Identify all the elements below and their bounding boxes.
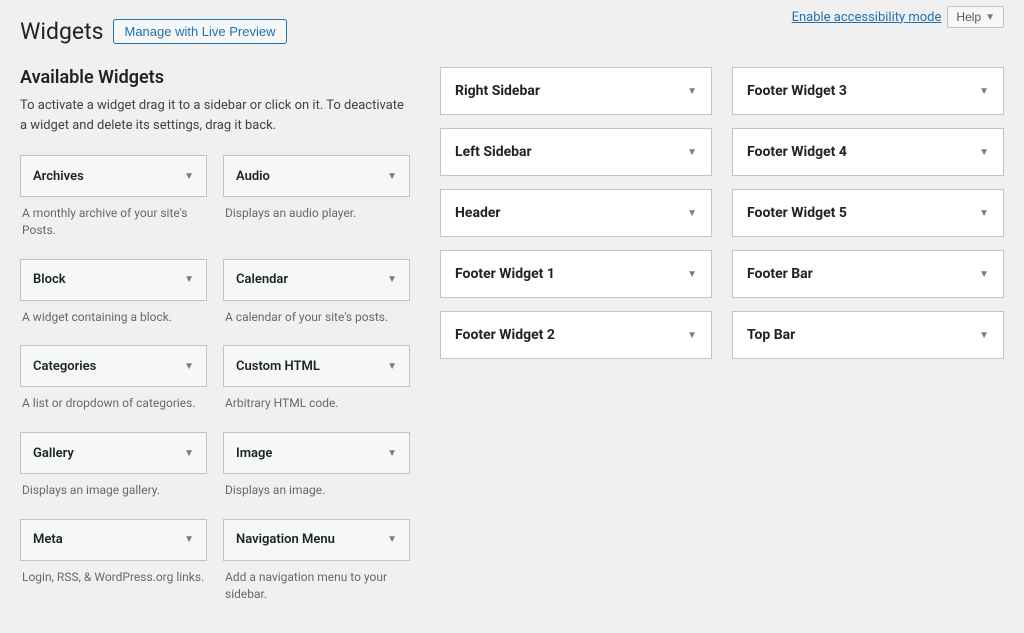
help-button-label: Help (956, 10, 981, 24)
chevron-down-icon: ▼ (184, 361, 194, 372)
widget-title: Block (33, 272, 66, 287)
available-widget: Audio ▼ Displays an audio player. (223, 155, 410, 249)
widget-description: A widget containing a block. (20, 309, 207, 336)
widget-area[interactable]: Footer Widget 4 ▼ (732, 128, 1004, 176)
widget-description: Displays an image. (223, 482, 410, 509)
chevron-down-icon: ▼ (979, 86, 989, 97)
widget-area[interactable]: Header ▼ (440, 189, 712, 237)
chevron-down-icon: ▼ (687, 269, 697, 280)
chevron-down-icon: ▼ (184, 534, 194, 545)
chevron-down-icon: ▼ (184, 171, 194, 182)
chevron-down-icon: ▼ (979, 147, 989, 158)
chevron-down-icon: ▼ (979, 269, 989, 280)
widget-area-title: Header (455, 205, 501, 221)
widget-box[interactable]: Categories ▼ (20, 345, 207, 387)
available-widget: Image ▼ Displays an image. (223, 432, 410, 509)
widget-area-title: Footer Widget 5 (747, 205, 847, 221)
widget-description: Arbitrary HTML code. (223, 395, 410, 422)
widget-title: Archives (33, 169, 84, 184)
chevron-down-icon: ▼ (387, 171, 397, 182)
widget-description: Login, RSS, & WordPress.org links. (20, 569, 207, 596)
available-widgets-heading: Available Widgets (20, 67, 410, 88)
widget-description: Displays an audio player. (223, 205, 410, 232)
chevron-down-icon: ▼ (979, 330, 989, 341)
widget-box[interactable]: Custom HTML ▼ (223, 345, 410, 387)
help-button[interactable]: Help ▼ (947, 6, 1004, 28)
widget-area-title: Top Bar (747, 327, 795, 343)
widget-area-title: Right Sidebar (455, 83, 540, 99)
available-widget: Meta ▼ Login, RSS, & WordPress.org links. (20, 519, 207, 613)
widget-area[interactable]: Left Sidebar ▼ (440, 128, 712, 176)
live-preview-button[interactable]: Manage with Live Preview (113, 19, 286, 44)
widget-title: Custom HTML (236, 359, 320, 374)
widget-box[interactable]: Block ▼ (20, 259, 207, 301)
widget-box[interactable]: Calendar ▼ (223, 259, 410, 301)
accessibility-mode-link[interactable]: Enable accessibility mode (792, 10, 942, 25)
chevron-down-icon: ▼ (387, 361, 397, 372)
widget-title: Audio (236, 169, 270, 184)
widget-description: Add a navigation menu to your sidebar. (223, 569, 410, 613)
widget-area[interactable]: Footer Widget 1 ▼ (440, 250, 712, 298)
chevron-down-icon: ▼ (687, 208, 697, 219)
widget-title: Calendar (236, 272, 288, 287)
widget-description: Displays an image gallery. (20, 482, 207, 509)
chevron-down-icon: ▼ (387, 274, 397, 285)
available-widget: Navigation Menu ▼ Add a navigation menu to… (223, 519, 410, 613)
widget-title: Navigation Menu (236, 532, 335, 547)
widget-area[interactable]: Footer Widget 5 ▼ (732, 189, 1004, 237)
available-widget: Gallery ▼ Displays an image gallery. (20, 432, 207, 509)
available-widget: Calendar ▼ A calendar of your site's posts… (223, 259, 410, 336)
widget-box[interactable]: Audio ▼ (223, 155, 410, 197)
widget-description: A monthly archive of your site's Posts. (20, 205, 207, 249)
widget-title: Gallery (33, 446, 74, 461)
chevron-down-icon: ▼ (687, 147, 697, 158)
widget-box[interactable]: Archives ▼ (20, 155, 207, 197)
widget-area[interactable]: Top Bar ▼ (732, 311, 1004, 359)
widget-area[interactable]: Footer Bar ▼ (732, 250, 1004, 298)
widget-box[interactable]: Gallery ▼ (20, 432, 207, 474)
widget-description: A calendar of your site's posts. (223, 309, 410, 336)
widget-title: Categories (33, 359, 96, 374)
available-widget: Custom HTML ▼ Arbitrary HTML code. (223, 345, 410, 422)
available-widgets-help: To activate a widget drag it to a sideba… (20, 96, 410, 135)
widget-area[interactable]: Right Sidebar ▼ (440, 67, 712, 115)
chevron-down-icon: ▼ (687, 86, 697, 97)
chevron-down-icon: ▼ (979, 208, 989, 219)
widget-area-title: Footer Widget 2 (455, 327, 555, 343)
available-widget: Archives ▼ A monthly archive of your site'… (20, 155, 207, 249)
widget-description: A list or dropdown of categories. (20, 395, 207, 422)
widget-title: Meta (33, 532, 63, 547)
widget-title: Image (236, 446, 272, 461)
chevron-down-icon: ▼ (387, 448, 397, 459)
widget-area-title: Footer Bar (747, 266, 813, 282)
page-title: Widgets (20, 18, 103, 45)
widget-area-title: Footer Widget 1 (455, 266, 555, 282)
widget-area-title: Left Sidebar (455, 144, 532, 160)
widget-area[interactable]: Footer Widget 2 ▼ (440, 311, 712, 359)
widget-box[interactable]: Image ▼ (223, 432, 410, 474)
chevron-down-icon: ▼ (387, 534, 397, 545)
chevron-down-icon: ▼ (687, 330, 697, 341)
widget-area-title: Footer Widget 3 (747, 83, 847, 99)
chevron-down-icon: ▼ (184, 274, 194, 285)
widget-box[interactable]: Meta ▼ (20, 519, 207, 561)
widget-area[interactable]: Footer Widget 3 ▼ (732, 67, 1004, 115)
chevron-down-icon: ▼ (184, 448, 194, 459)
available-widget: Categories ▼ A list or dropdown of categor… (20, 345, 207, 422)
widget-area-title: Footer Widget 4 (747, 144, 847, 160)
widget-box[interactable]: Navigation Menu ▼ (223, 519, 410, 561)
chevron-down-icon: ▼ (985, 12, 995, 23)
available-widget: Block ▼ A widget containing a block. (20, 259, 207, 336)
